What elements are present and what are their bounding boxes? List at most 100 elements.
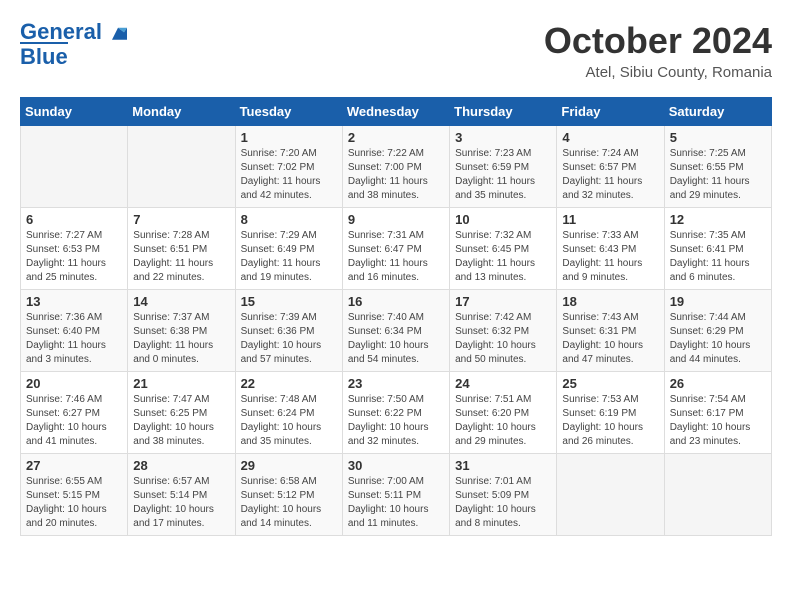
calendar-cell: 24 Sunrise: 7:51 AM Sunset: 6:20 PM Dayli… [450,372,557,454]
day-number: 17 [455,294,551,309]
weekday-header-thursday: Thursday [450,98,557,126]
weekday-header-monday: Monday [128,98,235,126]
weekday-header-wednesday: Wednesday [342,98,449,126]
calendar-cell: 13Sunrise: 7:36 AM Sunset: 6:40 PM Dayli… [21,290,128,372]
calendar-cell: 21 Sunrise: 7:47 AM Sunset: 6:25 PM Dayli… [128,372,235,454]
day-number: 14 [133,294,229,309]
day-number: 6 [26,212,122,227]
calendar-cell: 28 Sunrise: 6:57 AM Sunset: 5:14 PM Dayli… [128,454,235,536]
calendar-cell: 2 Sunrise: 7:22 AM Sunset: 7:00 PM Daylig… [342,126,449,208]
day-number: 28 [133,458,229,473]
day-number: 31 [455,458,551,473]
day-number: 8 [241,212,337,227]
day-info: Sunrise: 7:54 AM Sunset: 6:17 PM Dayligh… [670,393,766,449]
calendar-cell: 20 Sunrise: 7:46 AM Sunset: 6:27 PM Dayli… [21,372,128,454]
day-number: 10 [455,212,551,227]
day-number: 5 [670,130,766,145]
logo: General Blue [20,20,127,69]
calendar-cell: 12 Sunrise: 7:35 AM Sunset: 6:41 PM Dayli… [664,208,771,290]
day-info: Sunrise: 7:47 AM Sunset: 6:25 PM Dayligh… [133,393,229,449]
location: Atel, Sibiu County, Romania [544,64,772,81]
day-info: Sunrise: 7:01 AM Sunset: 5:09 PM Dayligh… [455,475,551,531]
weekday-header-sunday: Sunday [21,98,128,126]
day-number: 24 [455,376,551,391]
calendar-table: SundayMondayTuesdayWednesdayThursdayFrid… [20,97,772,536]
day-info: Sunrise: 6:57 AM Sunset: 5:14 PM Dayligh… [133,475,229,531]
week-row-2: 6 Sunrise: 7:27 AM Sunset: 6:53 PM Daylig… [21,208,772,290]
day-number: 2 [348,130,444,145]
calendar-cell: 22 Sunrise: 7:48 AM Sunset: 6:24 PM Dayli… [235,372,342,454]
title-block: October 2024 Atel, Sibiu County, Romania [544,20,772,81]
weekday-header-row: SundayMondayTuesdayWednesdayThursdayFrid… [21,98,772,126]
day-info: Sunrise: 7:24 AM Sunset: 6:57 PM Dayligh… [562,147,658,203]
calendar-cell: 4 Sunrise: 7:24 AM Sunset: 6:57 PM Daylig… [557,126,664,208]
calendar-cell: 17 Sunrise: 7:42 AM Sunset: 6:32 PM Dayli… [450,290,557,372]
calendar-cell: 16 Sunrise: 7:40 AM Sunset: 6:34 PM Dayli… [342,290,449,372]
day-info: Sunrise: 7:35 AM Sunset: 6:41 PM Dayligh… [670,229,766,285]
page-header: General Blue October 2024 Atel, Sibiu Co… [20,20,772,81]
day-info: Sunrise: 7:29 AM Sunset: 6:49 PM Dayligh… [241,229,337,285]
calendar-cell: 7 Sunrise: 7:28 AM Sunset: 6:51 PM Daylig… [128,208,235,290]
week-row-5: 27Sunrise: 6:55 AM Sunset: 5:15 PM Dayli… [21,454,772,536]
day-number: 20 [26,376,122,391]
day-info: Sunrise: 7:28 AM Sunset: 6:51 PM Dayligh… [133,229,229,285]
day-info: Sunrise: 7:48 AM Sunset: 6:24 PM Dayligh… [241,393,337,449]
calendar-cell: 30Sunrise: 7:00 AM Sunset: 5:11 PM Dayli… [342,454,449,536]
month-title: October 2024 [544,20,772,62]
day-number: 22 [241,376,337,391]
weekday-header-saturday: Saturday [664,98,771,126]
calendar-cell: 31 Sunrise: 7:01 AM Sunset: 5:09 PM Dayli… [450,454,557,536]
day-info: Sunrise: 7:36 AM Sunset: 6:40 PM Dayligh… [26,311,122,367]
calendar-cell: 19Sunrise: 7:44 AM Sunset: 6:29 PM Dayli… [664,290,771,372]
day-info: Sunrise: 7:42 AM Sunset: 6:32 PM Dayligh… [455,311,551,367]
day-number: 18 [562,294,658,309]
calendar-cell: 1Sunrise: 7:20 AM Sunset: 7:02 PM Daylig… [235,126,342,208]
week-row-3: 13Sunrise: 7:36 AM Sunset: 6:40 PM Dayli… [21,290,772,372]
day-number: 9 [348,212,444,227]
week-row-4: 20 Sunrise: 7:46 AM Sunset: 6:27 PM Dayli… [21,372,772,454]
day-number: 4 [562,130,658,145]
weekday-header-friday: Friday [557,98,664,126]
logo-blue: Blue [20,42,68,69]
calendar-cell [664,454,771,536]
day-info: Sunrise: 7:00 AM Sunset: 5:11 PM Dayligh… [348,475,444,531]
day-number: 25 [562,376,658,391]
day-info: Sunrise: 7:22 AM Sunset: 7:00 PM Dayligh… [348,147,444,203]
day-info: Sunrise: 7:25 AM Sunset: 6:55 PM Dayligh… [670,147,766,203]
day-info: Sunrise: 7:51 AM Sunset: 6:20 PM Dayligh… [455,393,551,449]
day-info: Sunrise: 7:43 AM Sunset: 6:31 PM Dayligh… [562,311,658,367]
calendar-cell [557,454,664,536]
calendar-cell: 6 Sunrise: 7:27 AM Sunset: 6:53 PM Daylig… [21,208,128,290]
day-number: 16 [348,294,444,309]
day-info: Sunrise: 7:27 AM Sunset: 6:53 PM Dayligh… [26,229,122,285]
logo-text: General [20,20,127,44]
calendar-cell: 25 Sunrise: 7:53 AM Sunset: 6:19 PM Dayli… [557,372,664,454]
calendar-cell: 29 Sunrise: 6:58 AM Sunset: 5:12 PM Dayli… [235,454,342,536]
day-number: 23 [348,376,444,391]
calendar-cell: 8 Sunrise: 7:29 AM Sunset: 6:49 PM Daylig… [235,208,342,290]
day-info: Sunrise: 7:39 AM Sunset: 6:36 PM Dayligh… [241,311,337,367]
day-number: 29 [241,458,337,473]
week-row-1: 1Sunrise: 7:20 AM Sunset: 7:02 PM Daylig… [21,126,772,208]
calendar-cell: 5 Sunrise: 7:25 AM Sunset: 6:55 PM Daylig… [664,126,771,208]
calendar-cell: 15 Sunrise: 7:39 AM Sunset: 6:36 PM Dayli… [235,290,342,372]
day-info: Sunrise: 7:32 AM Sunset: 6:45 PM Dayligh… [455,229,551,285]
day-info: Sunrise: 7:20 AM Sunset: 7:02 PM Dayligh… [241,147,337,203]
weekday-header-tuesday: Tuesday [235,98,342,126]
day-info: Sunrise: 6:58 AM Sunset: 5:12 PM Dayligh… [241,475,337,531]
day-info: Sunrise: 7:40 AM Sunset: 6:34 PM Dayligh… [348,311,444,367]
day-number: 21 [133,376,229,391]
day-info: Sunrise: 7:33 AM Sunset: 6:43 PM Dayligh… [562,229,658,285]
calendar-cell: 10 Sunrise: 7:32 AM Sunset: 6:45 PM Dayli… [450,208,557,290]
calendar-cell: 18 Sunrise: 7:43 AM Sunset: 6:31 PM Dayli… [557,290,664,372]
day-info: Sunrise: 7:50 AM Sunset: 6:22 PM Dayligh… [348,393,444,449]
day-info: Sunrise: 7:53 AM Sunset: 6:19 PM Dayligh… [562,393,658,449]
day-info: Sunrise: 7:46 AM Sunset: 6:27 PM Dayligh… [26,393,122,449]
day-number: 7 [133,212,229,227]
day-number: 15 [241,294,337,309]
day-number: 19 [670,294,766,309]
calendar-cell: 23 Sunrise: 7:50 AM Sunset: 6:22 PM Dayli… [342,372,449,454]
day-info: Sunrise: 7:31 AM Sunset: 6:47 PM Dayligh… [348,229,444,285]
day-number: 12 [670,212,766,227]
calendar-cell [21,126,128,208]
